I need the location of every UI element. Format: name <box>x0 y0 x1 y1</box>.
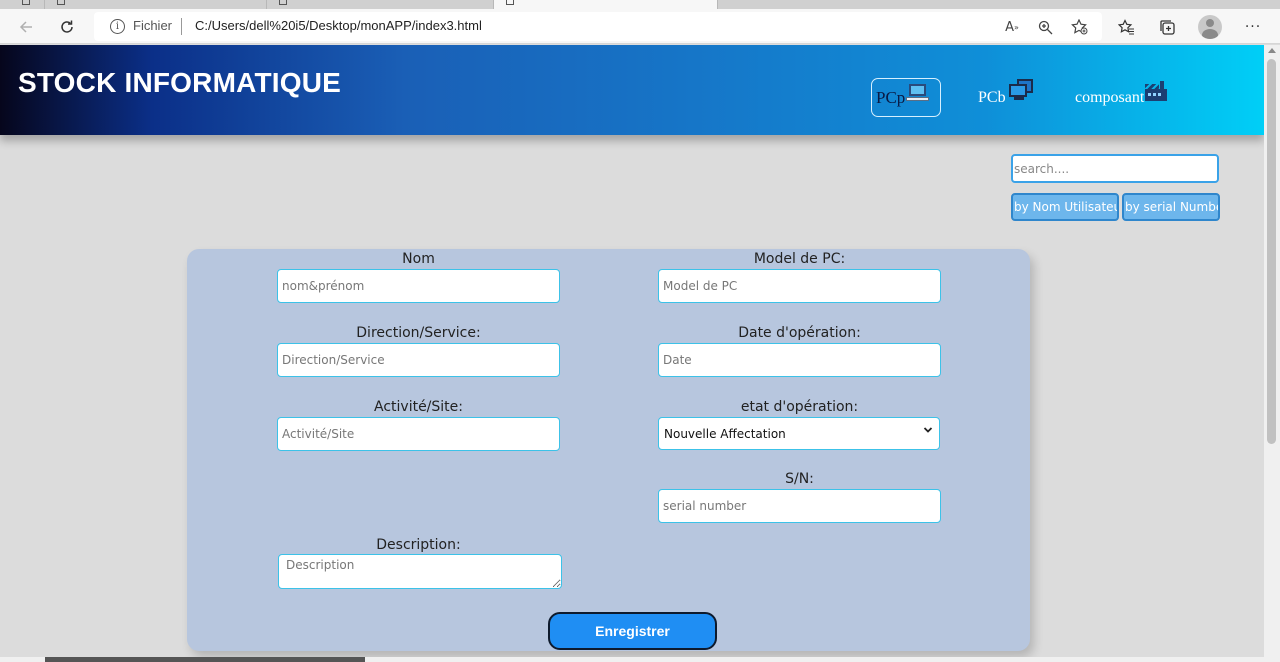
tab-favicon-icon <box>57 0 65 5</box>
model-label: Model de PC: <box>753 251 846 267</box>
etat-selected-value: Nouvelle Affectation <box>664 427 786 441</box>
date-input[interactable] <box>658 343 941 377</box>
browser-tab[interactable] <box>718 0 1280 9</box>
factory-icon <box>1145 80 1168 103</box>
browser-tab[interactable] <box>267 0 494 9</box>
collections-icon[interactable] <box>1154 14 1180 40</box>
sn-input[interactable] <box>658 489 941 523</box>
enregistrer-button[interactable]: Enregistrer <box>548 612 717 650</box>
laptop-icon <box>906 83 930 102</box>
sn-label: S/N: <box>785 471 814 487</box>
nav-item-label: PCb <box>978 88 1006 106</box>
scroll-up-icon[interactable] <box>1268 48 1276 53</box>
nav-item-pcp[interactable]: PCp <box>871 78 941 117</box>
page-viewport: STOCK INFORMATIQUE PCp PCb composant by … <box>0 45 1264 662</box>
chevron-down-icon <box>923 427 933 433</box>
address-url[interactable]: C:/Users/dell%20i5/Desktop/monAPP/index3… <box>195 18 482 33</box>
nav-item-composant[interactable]: composant <box>1075 78 1168 117</box>
zoom-icon[interactable] <box>1034 16 1056 38</box>
nav-item-pcb[interactable]: PCb <box>978 78 1033 117</box>
horizontal-scrollbar[interactable] <box>0 657 1264 662</box>
search-input[interactable] <box>1011 154 1219 183</box>
address-scheme: Fichier <box>133 18 173 33</box>
browser-tab-active[interactable] <box>494 0 718 9</box>
nom-label: Nom <box>402 251 435 267</box>
tab-favicon-icon <box>279 0 287 5</box>
nav-item-label: composant <box>1075 88 1145 106</box>
direction-input[interactable] <box>277 343 560 377</box>
brand-title: STOCK INFORMATIQUE <box>18 67 342 98</box>
site-header: STOCK INFORMATIQUE PCp PCb composant <box>0 45 1264 135</box>
date-label: Date d'opération: <box>738 325 861 341</box>
browser-tab-strip <box>0 0 1280 9</box>
browser-tab[interactable] <box>0 0 45 9</box>
nav-item-label: PCp <box>876 87 906 107</box>
favorites-icon[interactable] <box>1113 14 1139 40</box>
read-aloud-icon[interactable]: A» <box>1001 16 1023 38</box>
browser-toolbar: i Fichier C:/Users/dell%20i5/Desktop/mon… <box>0 9 1280 44</box>
more-icon[interactable]: ··· <box>1240 14 1266 40</box>
etat-label: etat d'opération: <box>740 399 859 415</box>
desktop-icon <box>1007 78 1033 103</box>
filter-by-serial-button[interactable]: by serial Number <box>1122 193 1220 221</box>
back-icon[interactable] <box>13 14 39 40</box>
scrollbar-thumb[interactable] <box>45 657 365 662</box>
tab-favicon-icon <box>22 0 30 5</box>
tab-favicon-icon <box>506 0 514 5</box>
filter-by-username-button[interactable]: by Nom Utilisateur <box>1011 193 1119 221</box>
address-separator <box>181 18 182 35</box>
activite-input[interactable] <box>277 417 560 451</box>
description-label: Description: <box>376 537 461 553</box>
add-favorite-icon[interactable] <box>1068 16 1090 38</box>
activite-label: Activité/Site: <box>374 399 463 415</box>
reload-icon[interactable] <box>54 14 80 40</box>
etat-select[interactable]: Nouvelle Affectation <box>658 417 940 450</box>
nom-input[interactable] <box>277 269 560 303</box>
scrollbar-thumb[interactable] <box>1267 59 1276 444</box>
description-textarea[interactable] <box>278 554 562 589</box>
model-input[interactable] <box>658 269 941 303</box>
direction-label: Direction/Service: <box>356 325 481 341</box>
browser-tab[interactable] <box>45 0 267 9</box>
profile-avatar[interactable] <box>1198 15 1222 39</box>
vertical-scrollbar[interactable] <box>1264 45 1280 662</box>
info-icon[interactable]: i <box>110 19 125 34</box>
address-bar[interactable]: i Fichier C:/Users/dell%20i5/Desktop/mon… <box>94 12 1102 41</box>
